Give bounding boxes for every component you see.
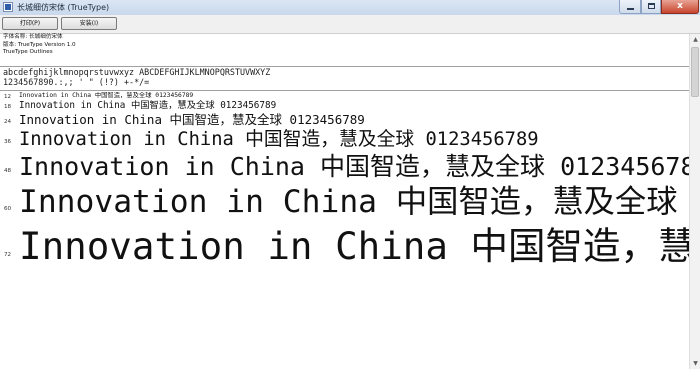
sample-line-48: 48 Innovation in China 中国智造，慧及全球 0123456… bbox=[0, 152, 700, 183]
font-file-icon bbox=[3, 2, 13, 12]
install-button[interactable]: 安装(I) bbox=[61, 17, 117, 30]
sample-text: Innovation in China 中国智造，慧及全球 0123456789 bbox=[19, 129, 539, 150]
sample-line-36: 36 Innovation in China 中国智造，慧及全球 0123456… bbox=[0, 129, 700, 152]
character-set-preview: abcdefghijklmnopqrstuvwxyz ABCDEFGHIJKLM… bbox=[3, 67, 693, 87]
print-button[interactable]: 打印(P) bbox=[2, 17, 58, 30]
size-label: 48 bbox=[4, 168, 12, 174]
sample-line-72: 72 Innovation in China 中国智造，慧及全球 0123456… bbox=[0, 223, 700, 269]
sample-line-24: 24 Innovation in China 中国智造，慧及全球 0123456… bbox=[0, 112, 700, 129]
font-version-label: 版本: TrueType Version 1.0 bbox=[3, 41, 76, 48]
sample-line-18: 18 Innovation in China 中国智造，慧及全球 0123456… bbox=[0, 100, 700, 112]
window-title: 长城细仿宋体 (TrueType) bbox=[17, 3, 110, 12]
font-name-label: 字体名称: 长城细仿宋体 bbox=[3, 34, 63, 40]
size-label: 18 bbox=[4, 104, 12, 110]
minimize-button[interactable] bbox=[619, 0, 641, 14]
font-format-label: TrueType Outlines bbox=[3, 49, 53, 56]
sample-line-60: 60 Innovation in China 中国智造，慧及全球 0123456… bbox=[0, 183, 700, 223]
scroll-up-icon[interactable]: ▲ bbox=[690, 34, 700, 45]
maximize-button[interactable] bbox=[641, 0, 661, 14]
title-bar: 长城细仿宋体 (TrueType) x bbox=[0, 0, 700, 16]
sample-text: Innovation in China 中国智造，慧及全球 0123456789 bbox=[19, 92, 194, 99]
vertical-scrollbar[interactable]: ▲ ▼ bbox=[689, 34, 700, 369]
size-samples: 12 Innovation in China 中国智造，慧及全球 0123456… bbox=[0, 91, 700, 369]
close-button[interactable]: x bbox=[661, 0, 699, 14]
sample-text: Innovation in China 中国智造，慧及全球 0123456789 bbox=[19, 152, 700, 181]
close-icon: x bbox=[677, 1, 683, 11]
size-label: 60 bbox=[4, 206, 12, 212]
sample-text: Innovation in China 中国智造，慧及全球 0123456789 bbox=[19, 112, 365, 127]
sample-text: Innovation in China 中国智造，慧及全球 0123456789 bbox=[19, 224, 700, 268]
size-label: 72 bbox=[4, 252, 12, 258]
charset-symbols: 1234567890.:,; ' " (!?) +-*/= bbox=[3, 76, 150, 87]
size-label: 36 bbox=[4, 139, 12, 145]
font-info: 字体名称: 长城细仿宋体 版本: TrueType Version 1.0 Tr… bbox=[0, 34, 700, 65]
size-label: 24 bbox=[4, 119, 12, 125]
toolbar: 打印(P) 安装(I) bbox=[0, 15, 700, 34]
sample-text: Innovation in China 中国智造，慧及全球 0123456789 bbox=[19, 184, 700, 220]
scroll-down-icon[interactable]: ▼ bbox=[690, 358, 700, 369]
scroll-thumb[interactable] bbox=[691, 47, 699, 97]
sample-text: Innovation in China 中国智造，慧及全球 0123456789 bbox=[19, 100, 277, 111]
